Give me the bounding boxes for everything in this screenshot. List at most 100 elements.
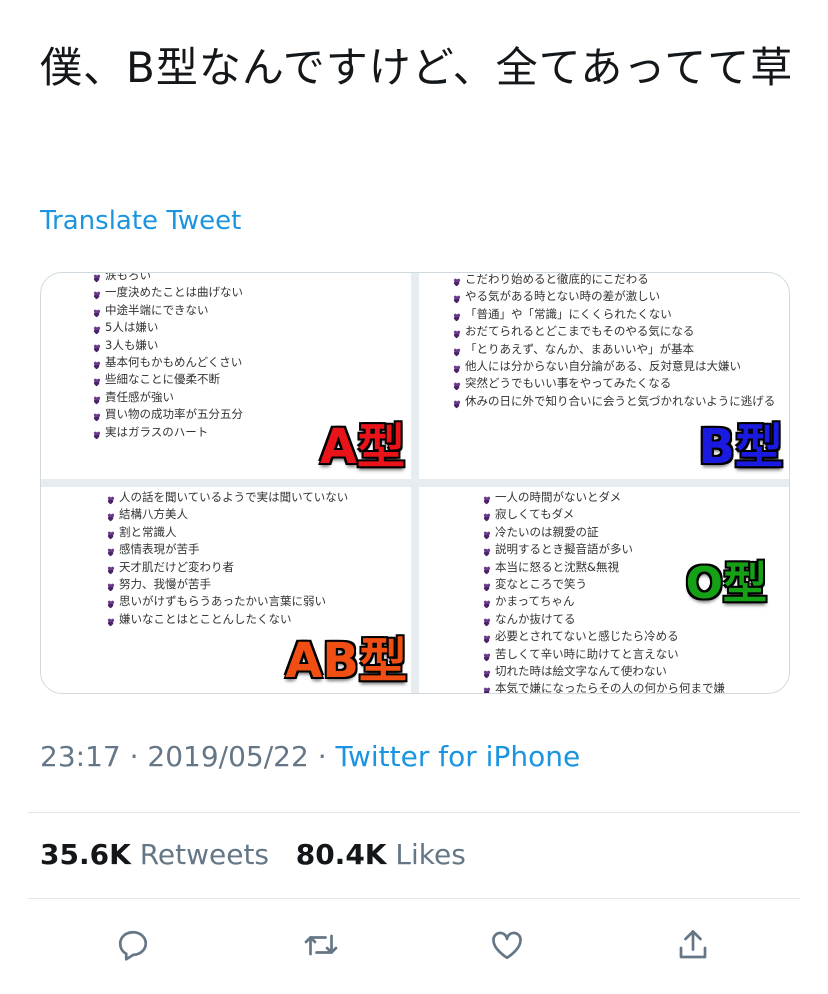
trait-item: 5人は嫌い: [91, 319, 243, 336]
media-image-b[interactable]: こだわり始めると徹底的にこだわる やる気がある時とない時の差が激しい 「普通」や「常…: [419, 273, 789, 479]
heart-bullet-icon: [91, 341, 103, 352]
heart-bullet-icon: [451, 379, 463, 391]
trait-item: 寂しくてもダメ: [481, 506, 725, 523]
trait-item: 些細なことに優柔不断: [91, 371, 243, 388]
trait-list-a: 涙もろい一度決めたことは曲げない 中途半端にできない 5人は嫌い 3人も嫌い基本何もか…: [91, 273, 243, 441]
trait-item: 本気で嫌になったらその人の何から何まで嫌: [481, 680, 725, 693]
heart-bullet-icon: [105, 528, 117, 540]
tweet-stats: 35.6K Retweets 80.4K Likes: [40, 838, 466, 871]
heart-bullet-icon: [481, 650, 493, 661]
trait-text: かまってちゃん: [495, 594, 575, 609]
trait-text: 割と常識人: [119, 524, 177, 539]
trait-item: 買い物の成功率が五分五分: [91, 406, 243, 423]
trait-text: 人の話を聞いているようで実は聞いていない: [119, 490, 349, 504]
retweet-button[interactable]: [296, 920, 346, 970]
trait-text: 基本何もかもめんどくさい: [105, 355, 243, 370]
heart-bullet-icon: [481, 684, 493, 693]
trait-item: 思いがけずもらうあったかい言葉に弱い: [105, 593, 348, 610]
heart-bullet-icon: [105, 615, 117, 627]
heart-bullet-icon: [91, 273, 103, 283]
trait-text: 3人も嫌い: [105, 337, 159, 352]
trait-text: 思いがけずもらうあったかい言葉に弱い: [119, 594, 326, 609]
trait-text: 中途半端にできない: [105, 302, 209, 317]
trait-item: 基本何もかもめんどくさい: [91, 354, 243, 371]
heart-bullet-icon: [481, 667, 493, 679]
heart-bullet-icon: [481, 510, 493, 522]
trait-item: 天才肌だけど変わり者: [105, 559, 348, 576]
trait-text: 涙もろい: [105, 273, 151, 282]
trait-text: 寂しくてもダメ: [495, 507, 575, 522]
tweet-meta: 23:17 · 2019/05/22 · Twitter for iPhone: [40, 740, 580, 773]
trait-item: 突然どうでもいい事をやってみたくなる: [451, 375, 775, 392]
media-image-o[interactable]: 一人の時間がないとダメ 寂しくてもダメ 冷たいのは親愛の証 説明するとき擬音語が多い本…: [419, 487, 789, 693]
badge-o: O型: [684, 557, 768, 611]
divider: [28, 898, 800, 899]
trait-item: 実はガラスのハート: [91, 424, 243, 441]
heart-bullet-icon: [91, 428, 103, 439]
trait-text: 突然どうでもいい事をやってみたくなる: [465, 376, 672, 391]
trait-text: 結構八方美人: [119, 507, 188, 522]
meta-separator: ·: [129, 740, 139, 773]
heart-bullet-icon: [451, 275, 463, 287]
divider: [28, 812, 800, 813]
trait-text: 買い物の成功率が五分五分: [105, 407, 243, 422]
trait-text: 苦しくて辛い時に助けてと言えない: [495, 646, 679, 661]
heart-bullet-icon: [91, 410, 103, 422]
trait-text: 嫌いなことはとことんしたくない: [119, 611, 292, 626]
heart-bullet-icon: [481, 597, 493, 609]
media-image-ab[interactable]: 人の話を聞いているようで実は聞いていない 結構八方美人 割と常識人感情表現が苦手天才…: [41, 487, 411, 693]
reply-icon: [118, 930, 148, 961]
media-grid[interactable]: 涙もろい一度決めたことは曲げない 中途半端にできない 5人は嫌い 3人も嫌い基本何もか…: [40, 272, 790, 694]
trait-text: 本気で嫌になったらその人の何から何まで嫌: [495, 681, 725, 693]
like-button[interactable]: [482, 920, 532, 970]
translate-tweet-link[interactable]: Translate Tweet: [40, 206, 241, 236]
trait-item: 「普通」や「常識」にくくられたくない: [451, 306, 775, 323]
trait-text: 切れた時は絵文字なんて使わない: [495, 664, 667, 679]
trait-item: 苦しくて辛い時に助けてと言えない: [481, 646, 725, 663]
trait-item: やる気がある時とない時の差が激しい: [451, 288, 775, 305]
heart-bullet-icon: [91, 358, 103, 370]
heart-bullet-icon: [105, 563, 117, 574]
retweets-stat[interactable]: 35.6K Retweets: [40, 838, 269, 871]
heart-bullet-icon: [481, 563, 493, 574]
heart-bullet-icon: [481, 580, 493, 592]
heart-bullet-icon: [91, 288, 103, 300]
trait-text: おだてられるとどこまでもそのやる気になる: [465, 324, 695, 339]
media-image-a[interactable]: 涙もろい一度決めたことは曲げない 中途半端にできない 5人は嫌い 3人も嫌い基本何もか…: [41, 273, 411, 479]
heart-bullet-icon: [481, 493, 493, 505]
trait-item: 他人には分からない自分論がある、反対意見は大嫌い: [451, 358, 775, 375]
tweet-source-link[interactable]: Twitter for iPhone: [336, 740, 581, 773]
likes-stat[interactable]: 80.4K Likes: [296, 838, 466, 871]
trait-item: 中途半端にできない: [91, 302, 243, 319]
heart-bullet-icon: [91, 323, 103, 335]
retweet-icon: [304, 934, 338, 956]
tweet-date: 2019/05/22: [147, 740, 309, 773]
trait-item: 涙もろい: [91, 273, 243, 284]
trait-text: 冷たいのは親愛の証: [495, 524, 599, 539]
trait-item: 責任感が強い: [91, 389, 243, 406]
heart-bullet-icon: [481, 632, 493, 644]
trait-text: 一人の時間がないとダメ: [495, 490, 622, 504]
trait-text: 感情表現が苦手: [119, 542, 200, 557]
share-button[interactable]: [668, 920, 718, 970]
meta-separator: ·: [317, 740, 327, 773]
retweets-count: 35.6K: [40, 838, 131, 871]
heart-bullet-icon: [481, 615, 493, 627]
trait-text: 「とりあえず、なんか、まあいいや」が基本: [465, 341, 694, 356]
trait-text: なんか抜けてる: [495, 611, 576, 626]
reply-button[interactable]: [108, 920, 158, 970]
trait-text: 天才肌だけど変わり者: [119, 559, 234, 574]
share-icon: [679, 930, 707, 959]
trait-text: 休みの日に外で知り合いに会うと気づかれないように逃げる: [465, 393, 776, 408]
heart-bullet-icon: [481, 528, 493, 540]
tweet-time: 23:17: [40, 740, 121, 773]
trait-item: 努力、我慢が苦手: [105, 576, 348, 593]
like-icon: [492, 931, 522, 960]
heart-bullet-icon: [451, 362, 463, 374]
trait-item: 一人の時間がないとダメ: [481, 489, 725, 506]
trait-item: なんか抜けてる: [481, 611, 725, 628]
trait-text: 「普通」や「常識」にくくられたくない: [465, 306, 672, 321]
trait-text: 一度決めたことは曲げない: [105, 285, 243, 300]
trait-text: 他人には分からない自分論がある、反対意見は大嫌い: [465, 359, 741, 374]
trait-item: 「とりあえず、なんか、まあいいや」が基本: [451, 341, 775, 358]
